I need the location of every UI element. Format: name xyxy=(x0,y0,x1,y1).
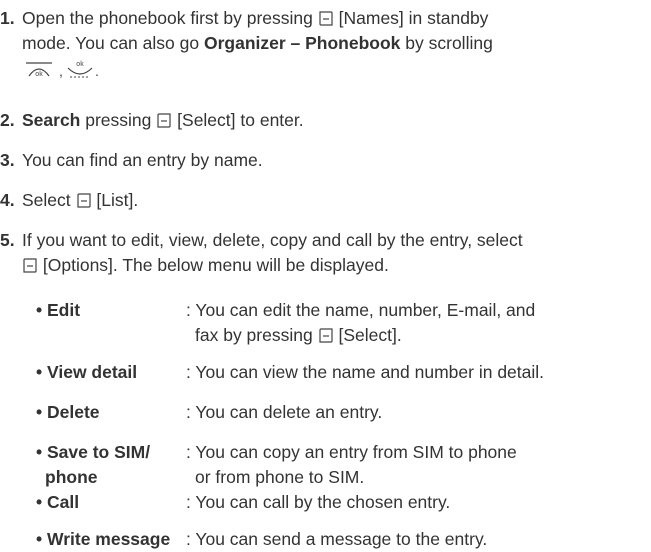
option-name-part: • Save to SIM/ xyxy=(36,442,151,462)
manual-page: 1. Open the phonebook first by pressing … xyxy=(0,0,651,552)
option-desc-part: : You can copy an entry from SIM to phon… xyxy=(186,442,517,462)
option-name: • Edit xyxy=(36,300,81,320)
step-text: Select [List]. xyxy=(22,188,647,213)
step-text-part: [Options]. The below menu will be displa… xyxy=(42,255,389,275)
option-description: : You can edit the name, number, E-mail,… xyxy=(186,298,636,348)
step-text-part: [Names] in standby xyxy=(338,8,489,28)
option-description: : You can call by the chosen entry. xyxy=(186,492,451,512)
svg-text:ok: ok xyxy=(35,71,43,78)
option-description: : You can copy an entry from SIM to phon… xyxy=(186,440,636,490)
step-text-part: If you want to edit, view, delete, copy … xyxy=(22,230,523,250)
option-name: • Call xyxy=(36,492,80,512)
option-name: • View detail xyxy=(36,362,138,382)
step-text-part: Open the phonebook first by pressing xyxy=(22,8,313,28)
step-text: If you want to edit, view, delete, copy … xyxy=(22,228,647,278)
step-text: Open the phonebook first by pressing [Na… xyxy=(22,6,647,81)
ok-key-icon: ok xyxy=(26,62,52,78)
option-name: • Delete xyxy=(36,402,100,422)
option-desc-part: fax by pressing xyxy=(195,325,313,345)
option-description: : You can send a message to the entry. xyxy=(186,529,488,549)
step-text-part: by scrolling xyxy=(405,33,493,53)
left-soft-key-icon xyxy=(157,113,171,128)
svg-text:,: , xyxy=(59,63,63,79)
option-name: • Write message xyxy=(36,529,171,549)
option-desc-part: [Select]. xyxy=(338,325,402,345)
option-name-part: phone xyxy=(45,467,98,487)
option-description: : You can view the name and number in de… xyxy=(186,362,545,382)
left-soft-key-icon xyxy=(318,328,333,343)
svg-text:.: . xyxy=(95,63,99,79)
option-desc-part: : You can edit the name, number, E-mail,… xyxy=(186,300,536,320)
step-text: Search pressing [Select] to enter. xyxy=(22,108,647,133)
option-description: : You can delete an entry. xyxy=(186,402,383,422)
step-text-part: Select xyxy=(22,190,71,210)
left-soft-key-icon xyxy=(76,193,91,208)
step-text-part: mode. You can also go xyxy=(22,33,200,53)
menu-item-name: Search xyxy=(22,110,81,130)
option-name: • Save to SIM/ phone xyxy=(36,440,186,490)
step-text-part: pressing xyxy=(85,110,152,130)
menu-path: Organizer – Phonebook xyxy=(203,33,401,53)
left-soft-key-icon xyxy=(23,258,37,273)
step-text-part: [List]. xyxy=(96,190,139,210)
step-text-part: [Select] to enter. xyxy=(177,110,304,130)
right-soft-key-icon xyxy=(319,11,333,26)
option-desc-part: or from phone to SIM. xyxy=(195,467,365,487)
nav-key-icons: ok , ok . xyxy=(22,56,647,81)
step-text: You can find an entry by name. xyxy=(22,150,263,170)
nav-down-key-icon: ok xyxy=(67,61,93,78)
svg-text:ok: ok xyxy=(76,61,84,68)
